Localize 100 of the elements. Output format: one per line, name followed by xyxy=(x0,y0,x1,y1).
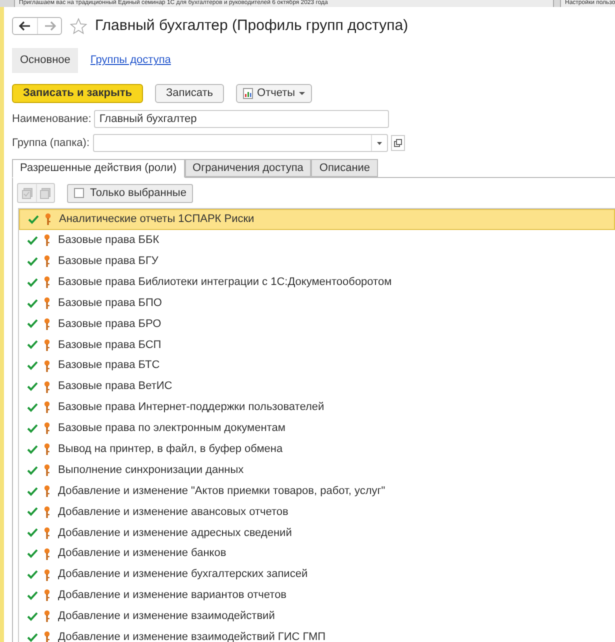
role-row[interactable]: Базовые права по электронным документам xyxy=(19,418,615,439)
back-arrow-icon xyxy=(19,21,31,31)
check-icon[interactable] xyxy=(27,402,38,412)
role-row[interactable]: Базовые права ВетИС xyxy=(19,376,615,398)
caret-icon xyxy=(299,92,306,96)
check-icon[interactable] xyxy=(27,361,38,370)
key-icon xyxy=(44,526,50,539)
key-icon xyxy=(44,338,50,351)
role-name: Добавление и изменение адресных сведений xyxy=(58,526,292,541)
role-name: Базовые права БТС xyxy=(58,358,160,374)
key-icon xyxy=(44,234,50,246)
role-row[interactable]: Базовые права БРО xyxy=(19,313,615,334)
role-name: Добавление и изменение авансовых отчетов xyxy=(58,504,288,520)
tab[interactable]: Разрешенные действия (роли) xyxy=(12,159,185,178)
key-icon xyxy=(44,506,50,518)
role-row[interactable]: Базовые права БСП xyxy=(19,334,615,356)
role-name: Базовые права ВетИС xyxy=(58,379,172,394)
uncheck-all-icon xyxy=(40,188,51,198)
check-icon[interactable] xyxy=(27,632,38,642)
tab[interactable]: Описание xyxy=(311,159,378,177)
reports-button[interactable]: Отчеты xyxy=(236,84,312,103)
key-icon xyxy=(44,318,50,330)
key-icon xyxy=(44,464,50,476)
section-link[interactable]: Группы доступа xyxy=(86,52,175,69)
role-row[interactable]: Добавление и изменение вариантов отчетов xyxy=(19,585,615,606)
key-icon xyxy=(44,380,50,393)
open-button[interactable] xyxy=(390,135,405,151)
role-row[interactable]: Добавление и изменение бухгалтерских записей xyxy=(19,564,615,586)
role-row[interactable]: Выполнение синхронизации данных xyxy=(19,460,615,481)
only-selected-toggle[interactable]: Только выбранные xyxy=(67,184,194,202)
role-row[interactable]: Добавление и изменение авансовых отчетов xyxy=(19,501,615,522)
section-link[interactable]: Основное xyxy=(12,48,78,73)
check-icon[interactable] xyxy=(27,256,38,266)
role-row[interactable]: Добавление и изменение взаимодействий xyxy=(19,606,615,627)
key-icon xyxy=(44,422,50,434)
star-icon[interactable] xyxy=(70,18,87,34)
role-name: Добавление и изменение взаимодействий ГИС ГМП xyxy=(58,630,326,642)
key-icon xyxy=(44,297,50,309)
check-icon[interactable] xyxy=(27,612,38,621)
role-name: Базовые права БПО xyxy=(58,296,162,311)
role-name: Базовые права ББК xyxy=(58,233,160,248)
role-name: Добавление и изменение взаимодействий xyxy=(58,609,275,624)
role-name: Добавление и изменение бухгалтерских записей xyxy=(58,567,308,582)
role-row[interactable]: Добавление и изменение адресных сведений xyxy=(19,522,615,544)
key-icon xyxy=(44,610,50,622)
role-row[interactable]: Вывод на принтер, в файл, в буфер обмена xyxy=(19,438,615,460)
group-select-field[interactable] xyxy=(92,134,388,152)
role-row[interactable]: Базовые права Интернет-поддержки пользователей xyxy=(19,397,615,418)
role-name: Базовые права Интернет-поддержки пользователей xyxy=(58,400,324,416)
check-icon[interactable] xyxy=(27,236,38,245)
key-icon xyxy=(44,631,50,642)
key-icon xyxy=(44,255,50,268)
role-row[interactable]: Базовые права БПО xyxy=(19,292,615,314)
forward-arrow-icon xyxy=(44,21,56,31)
role-name: Добавление и изменение банков xyxy=(58,546,226,562)
check-icon[interactable] xyxy=(27,278,38,287)
role-row[interactable]: Добавление и изменение банков xyxy=(19,543,615,564)
check-icon[interactable] xyxy=(27,486,38,496)
role-name: Выполнение синхронизации данных xyxy=(58,462,244,478)
check-icon[interactable] xyxy=(27,424,38,433)
key-icon xyxy=(44,568,50,581)
save-and-close-button[interactable]: Записать и закрыть xyxy=(12,84,144,103)
check-icon[interactable] xyxy=(27,444,38,454)
role-row[interactable]: Аналитические отчеты 1СПАРК Риски xyxy=(19,209,615,230)
save-button[interactable]: Записать xyxy=(155,84,224,103)
checkbox[interactable] xyxy=(74,188,84,198)
dropdown-icon[interactable] xyxy=(376,142,382,144)
role-row[interactable]: Базовые права ББК xyxy=(19,230,615,251)
check-icon[interactable] xyxy=(28,214,39,224)
open-window-icon xyxy=(394,139,402,147)
role-name: Базовые права БСП xyxy=(58,338,162,353)
tab[interactable]: Ограничения доступа xyxy=(184,159,312,177)
check-icon[interactable] xyxy=(27,298,38,308)
key-icon xyxy=(44,443,50,456)
check-icon[interactable] xyxy=(27,590,38,600)
role-row[interactable]: Добавление и изменение "Актов приемки товаров, работ, услуг" xyxy=(19,480,615,502)
key-icon xyxy=(44,276,50,288)
role-row[interactable]: Добавление и изменение взаимодействий ГИС ГМП xyxy=(19,626,615,642)
name-field[interactable]: Главный бухгалтер xyxy=(94,110,390,128)
check-icon[interactable] xyxy=(27,549,38,558)
check-icon[interactable] xyxy=(27,466,38,475)
check-icon[interactable] xyxy=(27,570,38,580)
key-icon xyxy=(44,485,50,498)
check-icon[interactable] xyxy=(27,507,38,516)
key-icon xyxy=(44,548,50,560)
check-all-icon xyxy=(22,188,32,198)
role-row[interactable]: Базовые права БГУ xyxy=(19,250,615,272)
role-name: Базовые права по электронным документам xyxy=(58,421,286,436)
key-icon xyxy=(44,360,50,372)
role-row[interactable]: Базовые права БТС xyxy=(19,355,615,376)
check-icon[interactable] xyxy=(27,382,38,392)
role-name: Аналитические отчеты 1СПАРК Риски xyxy=(59,212,254,228)
role-name: Базовые права БРО xyxy=(58,316,162,332)
check-icon[interactable] xyxy=(27,340,38,350)
key-icon xyxy=(44,589,50,602)
field-label: Группа (папка): xyxy=(12,136,90,151)
check-icon[interactable] xyxy=(27,319,38,328)
key-icon xyxy=(44,401,50,414)
role-row[interactable]: Базовые права Библиотеки интеграции с 1С:Документооборотом xyxy=(19,272,615,293)
check-icon[interactable] xyxy=(27,528,38,538)
